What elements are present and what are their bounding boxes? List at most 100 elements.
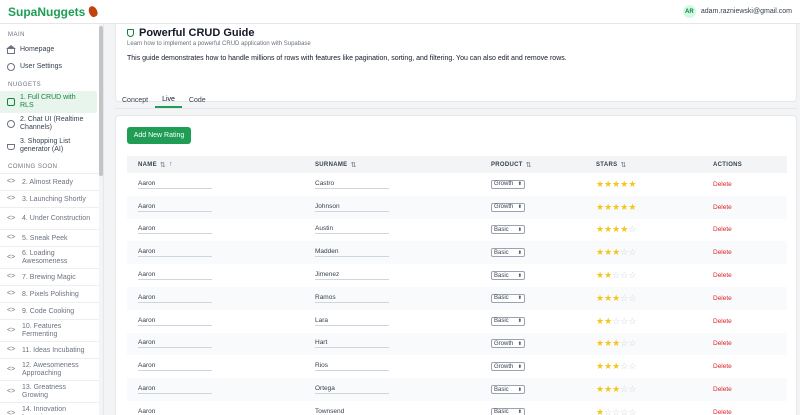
star-filled-icon[interactable]: ★ <box>612 202 620 212</box>
delete-link[interactable]: Delete <box>713 318 732 325</box>
star-filled-icon[interactable]: ★ <box>596 339 604 348</box>
header-product[interactable]: PRODUCT ⇅ <box>491 156 532 173</box>
product-select[interactable]: Basic ⬍ <box>491 407 525 415</box>
delete-link[interactable]: Delete <box>713 295 732 302</box>
sidebar-item[interactable]: <> 5. Sneak Peek <box>0 229 99 246</box>
star-filled-icon[interactable]: ★ <box>604 385 612 394</box>
star-empty-icon[interactable]: ☆ <box>628 316 636 326</box>
delete-link[interactable]: Delete <box>713 340 732 347</box>
star-filled-icon[interactable]: ★ <box>620 225 628 234</box>
name-input[interactable]: Aaron <box>138 271 212 281</box>
header-surname[interactable]: SURNAME ⇅ <box>315 156 357 173</box>
surname-input[interactable]: Townsend <box>315 408 389 415</box>
sidebar-item[interactable]: Homepage <box>0 41 103 58</box>
star-filled-icon[interactable]: ★ <box>612 225 620 234</box>
surname-input[interactable]: Jimenez <box>315 271 389 281</box>
star-empty-icon[interactable]: ☆ <box>612 271 620 280</box>
product-select[interactable]: Basic ⬍ <box>491 248 525 258</box>
surname-input[interactable]: Ramos <box>315 294 389 303</box>
star-empty-icon[interactable]: ☆ <box>620 339 628 348</box>
sidebar-item[interactable]: <> 11. Ideas Incubating <box>0 341 99 358</box>
star-filled-icon[interactable]: ★ <box>604 339 612 348</box>
star-empty-icon[interactable]: ☆ <box>620 248 628 257</box>
name-input[interactable]: Aaron <box>138 385 212 395</box>
product-select[interactable]: Basic ⬍ <box>491 316 525 326</box>
star-filled-icon[interactable]: ★ <box>620 202 628 212</box>
star-filled-icon[interactable]: ★ <box>628 179 636 189</box>
delete-link[interactable]: Delete <box>713 363 732 370</box>
sidebar-item[interactable]: <> 4. Under Construction <box>0 207 99 229</box>
star-filled-icon[interactable]: ★ <box>604 362 612 371</box>
star-filled-icon[interactable]: ★ <box>612 362 620 371</box>
star-empty-icon[interactable]: ☆ <box>620 407 628 415</box>
star-empty-icon[interactable]: ☆ <box>620 362 628 371</box>
product-select[interactable]: Basic ⬍ <box>491 293 525 303</box>
surname-input[interactable]: Rios <box>315 362 389 372</box>
name-input[interactable]: Aaron <box>138 225 212 235</box>
star-filled-icon[interactable]: ★ <box>596 362 604 371</box>
star-empty-icon[interactable]: ☆ <box>604 407 612 415</box>
surname-input[interactable]: Johnson <box>315 203 389 212</box>
sidebar-item[interactable]: <> 2. Almost Ready <box>0 173 99 190</box>
delete-link[interactable]: Delete <box>713 272 732 279</box>
sidebar-item[interactable]: <> 12. Awesomeness Approaching <box>0 358 99 380</box>
name-input[interactable]: Aaron <box>138 294 212 303</box>
star-filled-icon[interactable]: ★ <box>596 316 604 326</box>
star-filled-icon[interactable]: ★ <box>596 225 604 234</box>
delete-link[interactable]: Delete <box>713 204 732 211</box>
star-filled-icon[interactable]: ★ <box>596 407 604 415</box>
surname-input[interactable]: Hart <box>315 339 389 349</box>
star-filled-icon[interactable]: ★ <box>604 293 612 303</box>
star-filled-icon[interactable]: ★ <box>612 293 620 303</box>
delete-link[interactable]: Delete <box>713 409 732 415</box>
surname-input[interactable]: Ortega <box>315 385 389 395</box>
add-rating-button[interactable]: Add New Rating <box>127 127 191 144</box>
sidebar-item[interactable]: <> 9. Code Cooking <box>0 302 99 319</box>
tab-code[interactable]: Code <box>182 92 213 108</box>
star-filled-icon[interactable]: ★ <box>596 385 604 394</box>
star-empty-icon[interactable]: ☆ <box>628 339 636 348</box>
sidebar-item[interactable]: <> 7. Brewing Magic <box>0 268 99 285</box>
delete-link[interactable]: Delete <box>713 226 732 233</box>
star-filled-icon[interactable]: ★ <box>612 179 620 189</box>
sidebar-item[interactable]: <> 10. Features Fermenting <box>0 319 99 341</box>
delete-link[interactable]: Delete <box>713 249 732 256</box>
name-input[interactable]: Aaron <box>138 248 212 258</box>
star-empty-icon[interactable]: ☆ <box>628 271 636 280</box>
star-empty-icon[interactable]: ☆ <box>612 407 620 415</box>
product-select[interactable]: Basic ⬍ <box>491 271 525 281</box>
star-empty-icon[interactable]: ☆ <box>620 385 628 394</box>
star-filled-icon[interactable]: ★ <box>620 179 628 189</box>
star-filled-icon[interactable]: ★ <box>612 339 620 348</box>
star-filled-icon[interactable]: ★ <box>604 316 612 326</box>
name-input[interactable]: Aaron <box>138 203 212 212</box>
sidebar-scroll-thumb[interactable] <box>99 26 103 176</box>
delete-link[interactable]: Delete <box>713 386 732 393</box>
star-filled-icon[interactable]: ★ <box>628 202 636 212</box>
star-filled-icon[interactable]: ★ <box>604 248 612 257</box>
star-filled-icon[interactable]: ★ <box>604 202 612 212</box>
sidebar-item[interactable]: 2. Chat UI (Realtime Channels) <box>0 113 103 135</box>
star-filled-icon[interactable]: ★ <box>596 179 604 189</box>
star-filled-icon[interactable]: ★ <box>604 225 612 234</box>
star-empty-icon[interactable]: ☆ <box>628 385 636 394</box>
tab-concept[interactable]: Concept <box>115 92 155 108</box>
star-empty-icon[interactable]: ☆ <box>628 225 636 234</box>
star-filled-icon[interactable]: ★ <box>604 271 612 280</box>
sidebar-scrollbar[interactable] <box>99 24 103 415</box>
surname-input[interactable]: Lara <box>315 317 389 326</box>
name-input[interactable]: Aaron <box>138 339 212 349</box>
header-stars[interactable]: STARS ⇅ <box>596 156 627 173</box>
sidebar-item[interactable]: <> 8. Pixels Polishing <box>0 285 99 302</box>
name-input[interactable]: Aaron <box>138 317 212 326</box>
tab-live[interactable]: Live <box>155 92 182 108</box>
name-input[interactable]: Aaron <box>138 180 212 189</box>
sidebar-item[interactable]: <> 14. Innovation Incoming <box>0 402 99 415</box>
star-filled-icon[interactable]: ★ <box>612 385 620 394</box>
sidebar-item[interactable]: 3. Shopping List generator (AI) <box>0 135 103 157</box>
app-logo[interactable]: SupaNuggets <box>8 5 100 19</box>
star-empty-icon[interactable]: ☆ <box>612 316 620 326</box>
star-empty-icon[interactable]: ☆ <box>620 316 628 326</box>
product-select[interactable]: Growth ⬍ <box>491 362 525 372</box>
name-input[interactable]: Aaron <box>138 362 212 372</box>
